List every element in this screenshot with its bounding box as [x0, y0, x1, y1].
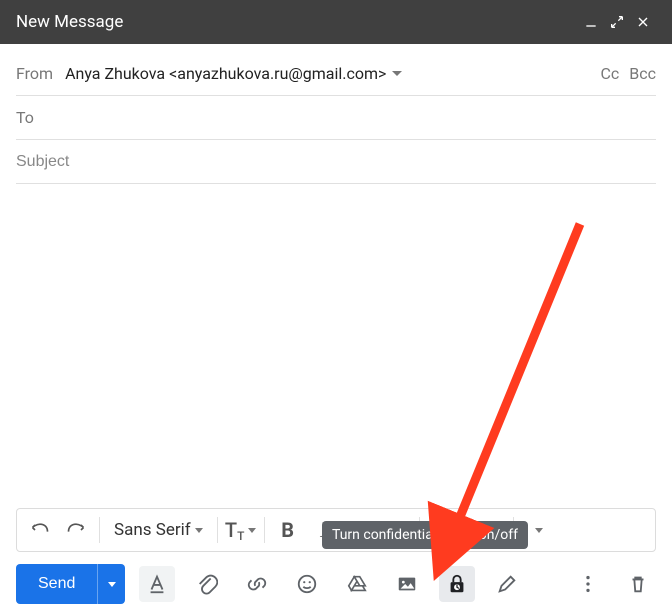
send-button[interactable]: Send — [16, 564, 97, 604]
separator — [264, 517, 265, 543]
attach-file-icon[interactable] — [189, 566, 225, 602]
chevron-down-icon — [248, 528, 256, 533]
formatting-toggle-button[interactable] — [139, 566, 175, 602]
font-size-button[interactable]: TT — [224, 513, 258, 547]
from-label: From — [16, 64, 53, 83]
chevron-down-icon[interactable] — [392, 71, 402, 77]
bcc-button[interactable]: Bcc — [629, 64, 656, 83]
from-address: Anya Zhukova <anyazhukova.ru@gmail.com> — [65, 64, 386, 83]
chevron-down-icon — [195, 528, 203, 533]
font-family-select[interactable]: Sans Serif — [106, 513, 211, 547]
undo-icon[interactable] — [23, 513, 57, 547]
from-row: From Anya Zhukova <anyazhukova.ru@gmail.… — [16, 52, 656, 96]
to-row[interactable]: To — [16, 96, 656, 140]
chevron-down-icon — [535, 528, 543, 533]
confidential-mode-icon[interactable] — [439, 566, 475, 602]
to-label: To — [16, 108, 34, 127]
subject-input[interactable] — [16, 143, 656, 181]
from-value[interactable]: Anya Zhukova <anyazhukova.ru@gmail.com> — [65, 64, 600, 83]
send-button-group: Send — [16, 564, 125, 604]
window-titlebar: New Message — [0, 0, 672, 44]
insert-link-icon[interactable] — [239, 566, 275, 602]
font-family-label: Sans Serif — [114, 520, 191, 540]
close-icon[interactable] — [630, 9, 656, 35]
minimize-icon[interactable] — [578, 9, 604, 35]
message-body[interactable] — [0, 184, 672, 508]
insert-photo-icon[interactable] — [389, 566, 425, 602]
tooltip-confidential: Turn confidential mode on/off — [322, 521, 528, 549]
window-title: New Message — [16, 12, 578, 32]
redo-icon[interactable] — [59, 513, 93, 547]
insert-signature-icon[interactable] — [489, 566, 525, 602]
action-toolbar: Send — [0, 552, 672, 616]
subject-row[interactable] — [16, 140, 656, 184]
separator — [99, 517, 100, 543]
send-options-button[interactable] — [97, 564, 125, 604]
compose-header: From Anya Zhukova <anyazhukova.ru@gmail.… — [0, 44, 672, 184]
cc-button[interactable]: Cc — [600, 64, 619, 83]
separator — [217, 517, 218, 543]
bold-button[interactable]: B — [271, 513, 305, 547]
insert-emoji-icon[interactable] — [289, 566, 325, 602]
discard-draft-icon[interactable] — [620, 566, 656, 602]
fullscreen-icon[interactable] — [604, 9, 630, 35]
tooltip-text: Turn confidential mode on/off — [332, 527, 518, 543]
more-options-icon[interactable] — [570, 566, 606, 602]
insert-drive-icon[interactable] — [339, 566, 375, 602]
